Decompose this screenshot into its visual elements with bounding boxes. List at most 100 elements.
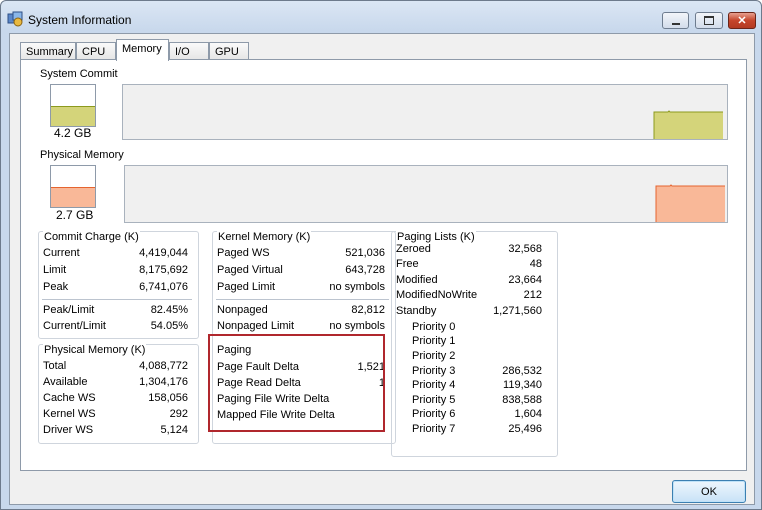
paging-modified-value: 23,664 [508,274,542,286]
row-label: Kernel WS [43,408,96,420]
priority-row: Priority 2 [412,350,455,365]
row-label: Peak/Limit [43,304,95,316]
row-label: Priority 2 [412,350,456,362]
paging-highlight-box [208,334,385,432]
priority-row: Priority 3 [412,365,455,380]
system-commit-value: 4.2 GB [54,126,92,140]
tab-summary[interactable]: Summary [20,42,76,60]
tab-label: I/O [175,46,190,58]
row-label: Available [43,376,88,388]
row-label: Modified [396,274,438,286]
minimize-button[interactable] [662,12,689,29]
tab-gpu[interactable]: GPU [209,42,249,60]
priority-row: Priority 6 [412,408,455,423]
paging-modified-nowrite-row: ModifiedNoWrite [396,289,477,304]
maximize-icon [704,16,714,25]
priority-row: Priority 1 [412,335,455,350]
minimize-icon [671,22,680,25]
priority-row: Priority 7 [412,423,455,438]
tab-label: Summary [26,46,74,58]
phys-available-value: 1,304,176 [139,376,188,388]
close-button[interactable]: ✕ [728,12,756,29]
commit-peak-limit-row: Peak/Limit [43,304,94,319]
row-label: Priority 4 [412,379,456,391]
paging-standby-row: Standby [396,305,436,320]
row-label: Driver WS [43,424,94,436]
system-information-window: System Information ✕ Summary CPU Memory … [0,0,762,510]
priority-value: 286,532 [502,365,542,377]
commit-current-row: Current [43,247,80,262]
priority-row: Priority 5 [412,394,455,409]
row-label: Priority 0 [412,321,456,333]
kernel-paged-limit-row: Paged Limit [217,281,275,296]
row-label: Peak [43,281,69,293]
priority-value: 119,340 [503,379,542,391]
tab-label: Memory [122,43,162,55]
phys-total-row: Total [43,360,66,375]
kernel-memory-title: Kernel Memory (K) [217,231,312,243]
phys-available-row: Available [43,376,87,391]
ok-button[interactable]: OK [672,480,746,503]
system-commit-gauge [50,84,96,127]
kernel-nonpaged-limit-row: Nonpaged Limit [217,320,294,335]
commit-limit-row: Limit [43,264,66,279]
paging-zeroed-row: Zeroed [396,243,431,258]
row-label: Cache WS [43,392,96,404]
physical-memory-gauge [50,165,96,208]
phys-driver-ws-row: Driver WS [43,424,93,439]
row-label: Priority 5 [412,394,456,406]
commit-current-value: 4,419,044 [139,247,188,259]
row-label: Priority 1 [412,335,456,347]
row-label: Total [43,360,67,372]
system-commit-label: System Commit [40,68,118,80]
paging-free-row: Free [396,258,419,273]
tab-memory[interactable]: Memory [116,39,169,61]
tab-label: GPU [215,46,239,58]
memory-tab-panel: System Commit 4.2 GB Physical Memory 2.7… [20,59,747,471]
phys-cache-ws-row: Cache WS [43,392,96,407]
row-label: Nonpaged [217,304,268,316]
dialog-client-area: Summary CPU Memory I/O GPU System Commit… [9,33,755,505]
kernel-nonpaged-value: 82,812 [351,304,385,316]
ok-button-label: OK [701,485,717,498]
row-label: Standby [396,305,437,317]
row-label: Paged WS [217,247,270,259]
phys-cache-ws-value: 158,056 [148,392,188,404]
row-label: Current/Limit [43,320,106,332]
physical-memory-group: Physical Memory (K) Total 4,088,772 Avai… [38,344,199,444]
commit-peak-row: Peak [43,281,68,296]
system-commit-gauge-fill [51,105,95,126]
row-label: Paged Limit [217,281,276,293]
row-label: Free [396,258,419,270]
paging-modified-nowrite-value: 212 [523,289,542,301]
commit-current-limit-row: Current/Limit [43,320,106,335]
row-label: ModifiedNoWrite [396,289,478,301]
row-label: Priority 3 [412,365,456,377]
commit-peak-limit-value: 82.45% [150,304,188,316]
close-icon: ✕ [737,15,747,27]
physical-memory-history-graph [124,165,728,223]
maximize-button[interactable] [695,12,723,29]
phys-kernel-ws-value: 292 [169,408,188,420]
paging-standby-value: 1,271,560 [493,305,542,317]
divider [216,299,389,300]
title-bar[interactable]: System Information ✕ [1,1,761,37]
physical-memory-gauge-fill [51,186,95,207]
divider [42,299,192,300]
paging-modified-row: Modified [396,274,438,289]
tab-io[interactable]: I/O [169,42,209,60]
paging-free-value: 48 [529,258,542,270]
commit-charge-title: Commit Charge (K) [43,231,140,243]
kernel-paged-ws-value: 521,036 [345,247,385,259]
tab-label: CPU [82,46,106,58]
priority-value: 838,588 [502,394,542,406]
phys-driver-ws-value: 5,124 [160,424,188,436]
phys-total-value: 4,088,772 [139,360,188,372]
paging-lists-title: Paging Lists (K) [396,231,476,243]
kernel-paged-virtual-row: Paged Virtual [217,264,283,279]
kernel-paged-limit-value: no symbols [329,281,385,293]
paging-lists-group: Paging Lists (K) Zeroed 32,568 Free 48 M… [391,231,558,457]
window-title: System Information [28,13,132,27]
tab-cpu[interactable]: CPU [76,42,116,60]
phys-kernel-ws-row: Kernel WS [43,408,96,423]
